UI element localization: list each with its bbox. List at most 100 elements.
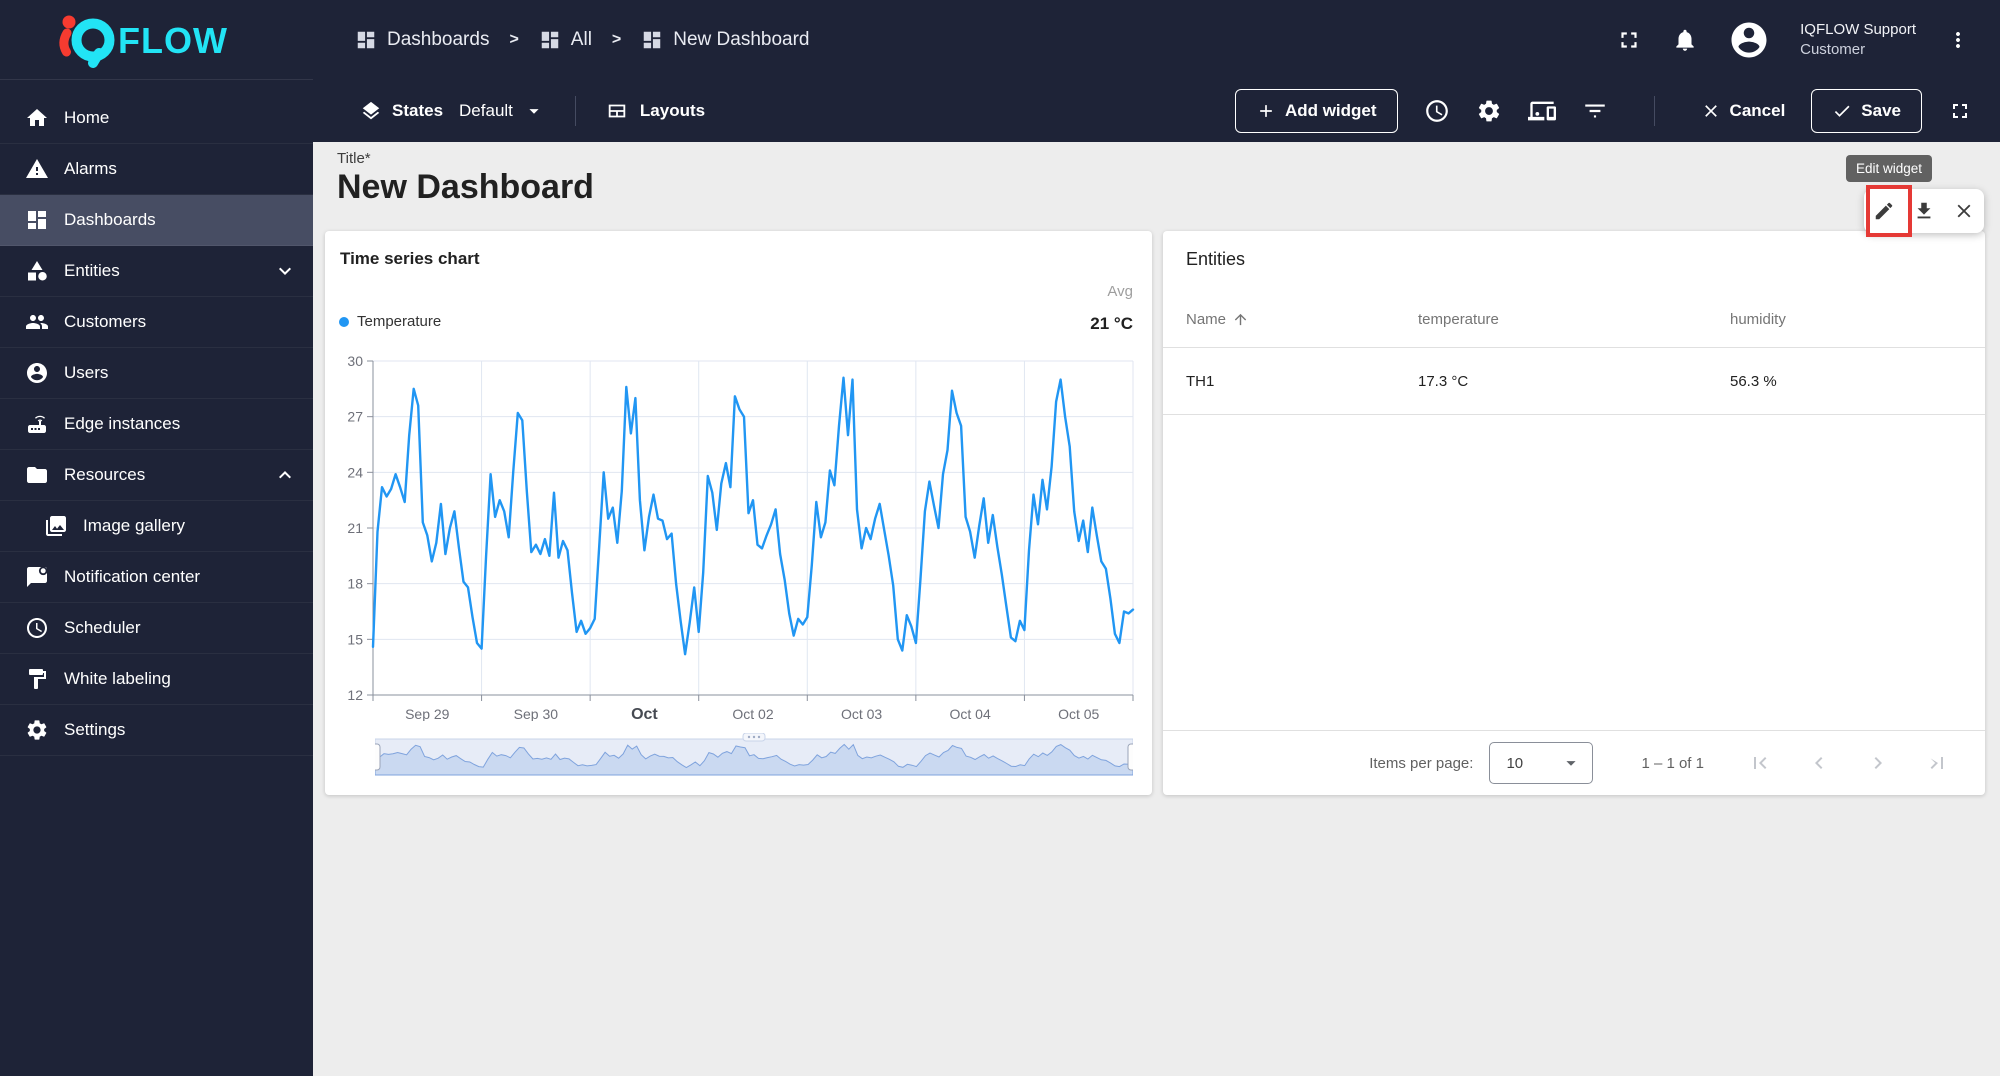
sidebar-item-entities[interactable]: Entities — [0, 246, 313, 297]
page-title[interactable]: New Dashboard — [337, 168, 594, 207]
sidebar-item-customers[interactable]: Customers — [0, 297, 313, 348]
sidebar-item-dashboards[interactable]: Dashboards — [0, 195, 313, 246]
cancel-button[interactable]: Cancel — [1701, 101, 1785, 121]
user-role: Customer — [1800, 40, 1866, 58]
top-header: FLOW Dashboards > All > New Dashboard IQFLOW… — [0, 0, 2000, 79]
items-per-page-label: Items per page: — [1369, 754, 1474, 772]
sidebar-menu: Home Alarms Dashboards Entities Customers Use… — [0, 80, 313, 756]
breadcrumb: Dashboards > All > New Dashboard — [355, 29, 810, 51]
entities-widget: Entities Name temperature humidity TH1 17.3… — [1163, 231, 1985, 795]
breadcrumb-item-new-dashboard[interactable]: New Dashboard — [641, 29, 810, 51]
entities-table: Name temperature humidity TH1 17.3 °C 56.3 % — [1163, 291, 1985, 415]
svg-text:15: 15 — [347, 631, 363, 647]
column-label: humidity — [1730, 310, 1786, 328]
svg-text:Sep 30: Sep 30 — [514, 706, 559, 721]
app-root: { "brand": {"logo_text": "FLOW"}, "heade… — [0, 0, 2000, 1076]
states-caret-icon[interactable] — [523, 100, 545, 122]
user-name: IQFLOW Support — [1800, 20, 1916, 38]
iqflow-logo-icon: FLOW — [59, 15, 227, 68]
edit-widget-button[interactable] — [1864, 189, 1904, 233]
time-window-icon[interactable] — [1424, 98, 1450, 124]
sidebar-item-label: Customers — [64, 312, 147, 331]
pager — [1748, 751, 1949, 775]
previous-page-icon[interactable] — [1807, 751, 1831, 775]
sidebar-item-label: White labeling — [64, 669, 171, 688]
breadcrumb-item-dashboards[interactable]: Dashboards — [355, 29, 489, 51]
dashboards-icon — [25, 208, 49, 232]
add-widget-button[interactable]: Add widget — [1234, 88, 1398, 133]
column-header-name[interactable]: Name — [1186, 311, 1418, 328]
table-cell: 17.3 °C — [1418, 372, 1469, 390]
sidebar-item-resources[interactable]: Resources — [0, 450, 313, 501]
sidebar-item-white-labeling[interactable]: White labeling — [0, 654, 313, 705]
sidebar-item-image-gallery[interactable]: Image gallery — [0, 501, 313, 552]
timeseries-widget: Time series chart Temperature Avg 21 °C … — [325, 231, 1152, 795]
sidebar-item-label: Resources — [64, 465, 146, 484]
timeseries-chart-plot[interactable]: 12 15 18 21 24 27 30 Sep 29 Sep 30 Oct Oct 02 Oct 0… — [339, 349, 1139, 723]
save-button[interactable]: Save — [1811, 88, 1922, 133]
sidebar-item-home[interactable]: Home — [0, 93, 313, 144]
items-per-page-select[interactable]: 10 — [1489, 742, 1594, 784]
toolbar-left: States Default Layouts — [360, 95, 705, 126]
toolbar-divider — [574, 95, 576, 126]
column-header-temperature[interactable]: temperature — [1418, 311, 1730, 328]
sidebar-item-label: Scheduler — [64, 618, 141, 637]
group-icon — [25, 310, 49, 334]
notification-icon — [25, 565, 49, 589]
states-select[interactable]: Default — [459, 101, 513, 121]
chevron-up-icon[interactable] — [273, 463, 297, 487]
breadcrumb-separator: > — [509, 30, 519, 48]
home-icon — [25, 106, 49, 130]
sidebar-item-notification-center[interactable]: Notification center — [0, 552, 313, 603]
sidebar-item-edge-instances[interactable]: Edge instances — [0, 399, 313, 450]
table-row[interactable]: TH1 17.3 °C 56.3 % — [1163, 348, 1985, 414]
dashboard-toolbar: States Default Layouts Add widget Cancel… — [313, 79, 2000, 142]
logo[interactable]: FLOW — [0, 0, 313, 79]
sidebar-item-scheduler[interactable]: Scheduler — [0, 603, 313, 654]
avatar[interactable] — [1728, 19, 1770, 61]
title-field-label: Title* — [337, 150, 371, 167]
check-icon — [1832, 101, 1852, 121]
chevron-down-icon[interactable] — [273, 259, 297, 283]
sidebar-item-settings[interactable]: Settings — [0, 705, 313, 756]
first-page-icon[interactable] — [1748, 751, 1772, 775]
warning-icon — [25, 157, 49, 181]
layouts-button[interactable]: Layouts — [640, 101, 705, 121]
category-icon — [25, 259, 49, 283]
column-header-humidity[interactable]: humidity — [1730, 311, 1985, 328]
sidebar-item-label: Notification center — [64, 567, 201, 586]
entity-aliases-icon[interactable] — [1527, 97, 1556, 125]
toolbar-right: Add widget Cancel Save — [1234, 88, 2000, 133]
agg-value: 21 °C — [1090, 314, 1133, 333]
next-page-icon[interactable] — [1866, 751, 1890, 775]
agg-label: Avg — [1107, 283, 1133, 300]
timeseries-svg: 12 15 18 21 24 27 30 Sep 29 Sep 30 Oct Oct 02 Oct 0… — [347, 353, 1135, 723]
sidebar-item-users[interactable]: Users — [0, 348, 313, 399]
sort-ascending-icon — [1232, 311, 1249, 328]
column-label: Name — [1186, 310, 1227, 328]
account-icon — [25, 361, 49, 385]
sidebar-item-label: Edge instances — [64, 414, 181, 433]
filters-icon[interactable] — [1582, 98, 1608, 124]
breadcrumb-item-all[interactable]: All — [539, 29, 592, 51]
toolbar-fullscreen-icon[interactable] — [1948, 99, 1972, 123]
more-menu-icon[interactable] — [1946, 28, 1970, 52]
save-label: Save — [1861, 100, 1901, 120]
chart-navigator[interactable] — [371, 732, 1137, 779]
fullscreen-icon[interactable] — [1616, 27, 1642, 53]
dashboard-grid-icon — [641, 29, 663, 51]
notifications-bell-icon[interactable] — [1672, 27, 1698, 53]
svg-text:27: 27 — [347, 409, 363, 425]
select-caret-icon — [1560, 752, 1582, 774]
chart-legend[interactable]: Temperature — [339, 313, 441, 330]
download-icon — [1913, 200, 1935, 222]
settings-icon — [25, 718, 49, 742]
remove-widget-button[interactable] — [1944, 189, 1984, 233]
main-content: Title* New Dashboard Time series chart T… — [313, 142, 2000, 1076]
entities-table-body: TH1 17.3 °C 56.3 % — [1163, 348, 1985, 415]
last-page-icon[interactable] — [1925, 751, 1949, 775]
sidebar-item-alarms[interactable]: Alarms — [0, 144, 313, 195]
export-widget-button[interactable] — [1904, 189, 1944, 233]
dashboard-settings-gear-icon[interactable] — [1476, 98, 1502, 124]
sidebar-item-label: Users — [64, 363, 109, 382]
